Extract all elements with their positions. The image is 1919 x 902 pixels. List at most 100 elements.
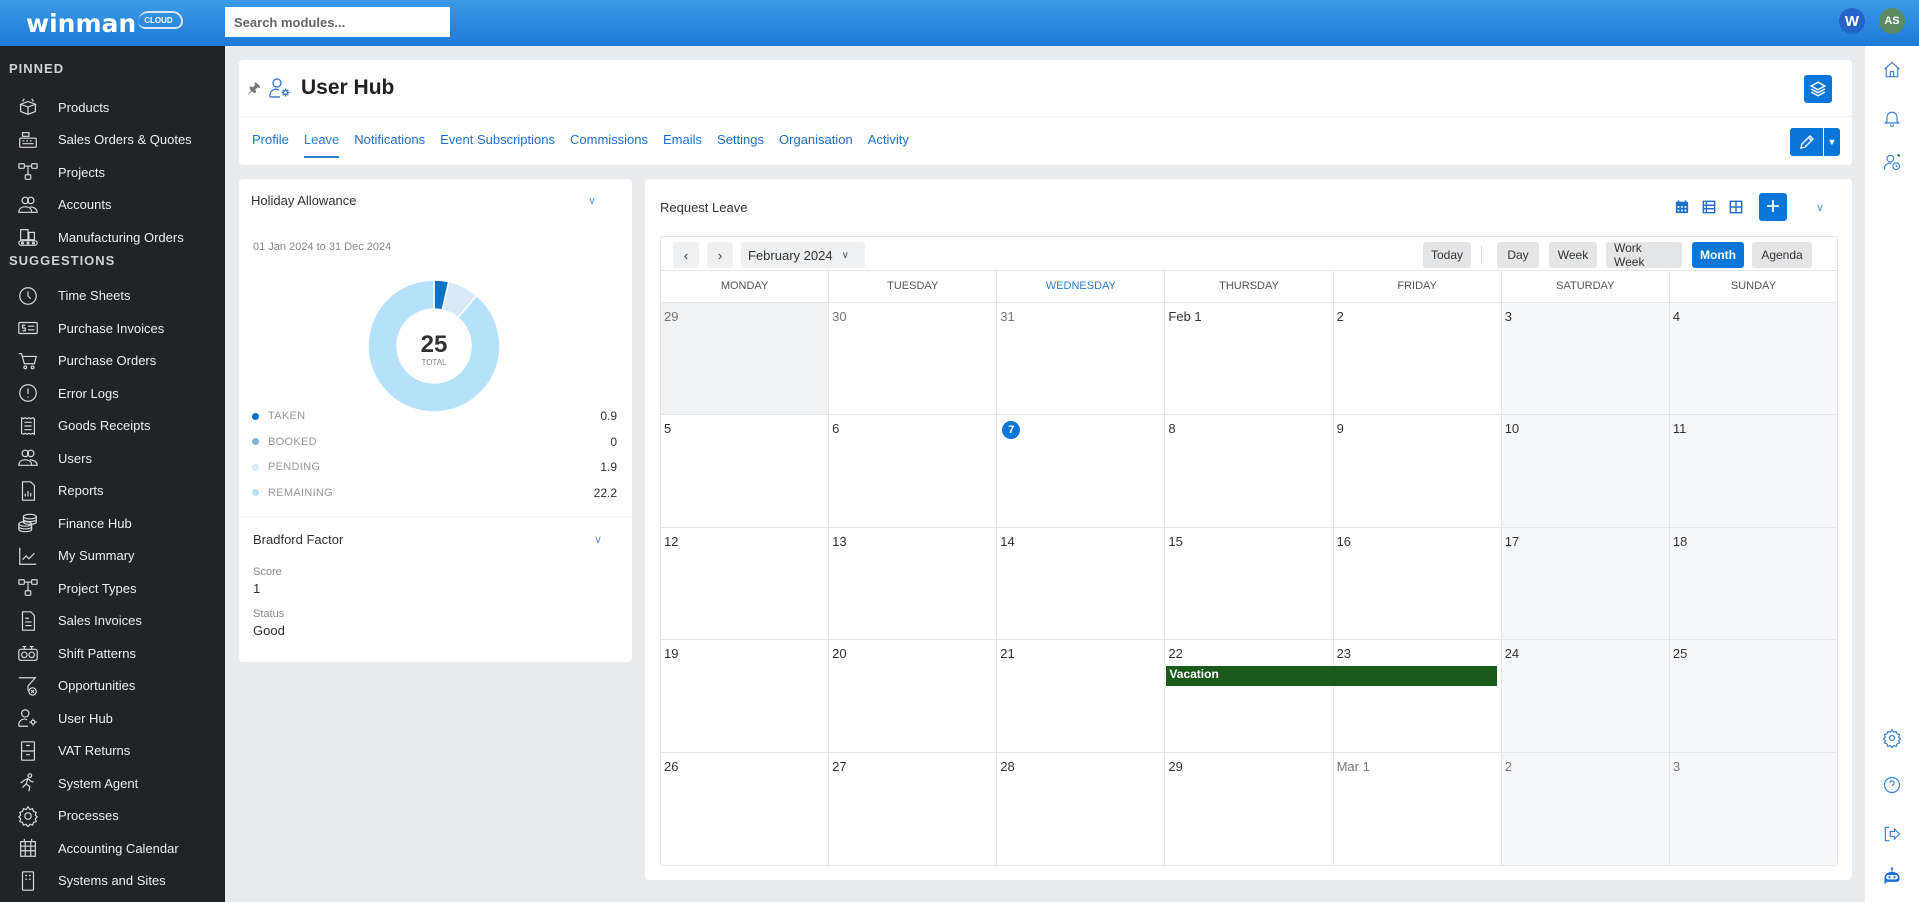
sidebar-item-user-hub[interactable]: User Hub <box>0 702 225 735</box>
calendar-day-cell[interactable]: 3 <box>1501 303 1670 415</box>
logout-icon[interactable] <box>1882 824 1904 846</box>
search-modules-input[interactable] <box>225 7 450 37</box>
edit-button[interactable] <box>1790 128 1823 156</box>
sidebar-item-reports[interactable]: Reports <box>0 475 225 508</box>
tab-settings[interactable]: Settings <box>717 132 764 158</box>
sidebar-item-users[interactable]: Users <box>0 442 225 475</box>
calendar-day-cell[interactable]: 28 <box>997 752 1166 865</box>
sidebar-item-processes[interactable]: Processes <box>0 800 225 833</box>
donut-total-value: 25 <box>421 331 448 358</box>
sidebar-item-sales-invoices[interactable]: Sales Invoices <box>0 605 225 638</box>
calendar-day-cell[interactable]: Mar 1 <box>1334 752 1502 865</box>
calendar-day-cell[interactable]: 3 <box>1669 752 1837 865</box>
tab-profile[interactable]: Profile <box>252 132 289 158</box>
sidebar-item-finance-hub[interactable]: Finance Hub <box>0 507 225 540</box>
calendar-day-cell[interactable]: 22 Vacation <box>1165 640 1498 752</box>
winman-w-button[interactable]: W <box>1839 8 1865 34</box>
calendar-day-cell[interactable]: 29 <box>1165 752 1334 865</box>
sidebar-item-systems-and-sites[interactable]: Systems and Sites <box>0 865 225 898</box>
view-month-button[interactable]: Month <box>1692 242 1744 268</box>
calendar-day-cell[interactable]: 13 <box>829 527 998 640</box>
sidebar-item-purchase-orders[interactable]: Purchase Orders <box>0 345 225 378</box>
tab-emails[interactable]: Emails <box>663 132 702 158</box>
sidebar-item-time-sheets[interactable]: Time Sheets <box>0 280 225 313</box>
view-agenda-button[interactable]: Agenda <box>1752 242 1812 268</box>
calendar-day-cell[interactable]: 11 <box>1669 415 1837 527</box>
winman-logo[interactable]: winman CLOUD <box>26 6 183 40</box>
calendar-day-cell[interactable]: 9 <box>1334 415 1502 527</box>
sidebar-item-products[interactable]: Products <box>0 91 225 124</box>
chatbot-icon[interactable] <box>1882 866 1904 888</box>
tab-event-subscriptions[interactable]: Event Subscriptions <box>440 132 555 158</box>
calendar-day-cell[interactable]: 20 <box>829 640 998 752</box>
calendar-day-cell[interactable]: 21 <box>997 640 1166 752</box>
calendar-day-cell[interactable]: 25 <box>1669 640 1837 752</box>
calendar-day-cell[interactable]: 29 <box>661 303 830 415</box>
tab-organisation[interactable]: Organisation <box>779 132 853 158</box>
sidebar-item-accounting-calendar[interactable]: Accounting Calendar <box>0 832 225 865</box>
tab-leave[interactable]: Leave <box>303 132 340 158</box>
calendar-day-cell[interactable]: 15 <box>1165 527 1334 640</box>
calendar-day-cell[interactable]: 6 <box>829 415 998 527</box>
add-leave-button[interactable]: + <box>1759 193 1787 221</box>
collapse-chevron-icon[interactable]: ∨ <box>588 194 596 207</box>
calendar-day-cell[interactable]: 16 <box>1334 527 1502 640</box>
calendar-day-cell[interactable]: 10 <box>1501 415 1670 527</box>
sidebar-item-error-logs[interactable]: Error Logs <box>0 377 225 410</box>
list-view-icon[interactable] <box>1702 200 1717 215</box>
user-clock-icon[interactable] <box>1882 152 1904 174</box>
calendar-view-icon[interactable] <box>1675 200 1690 215</box>
calendar-day-cell[interactable]: 4 <box>1669 303 1837 415</box>
calendar-day-cell[interactable]: 26 <box>661 752 830 865</box>
calendar-day-cell[interactable]: 18 <box>1669 527 1837 640</box>
calendar-day-cell[interactable]: 23 <box>1334 640 1502 752</box>
sidebar-item-system-agent[interactable]: System Agent <box>0 767 225 800</box>
calendar-day-cell[interactable]: 2 <box>1334 303 1502 415</box>
calendar-day-cell[interactable]: 17 <box>1501 527 1670 640</box>
calendar-day-cell[interactable]: 7 <box>997 415 1166 527</box>
sidebar-item-project-types[interactable]: Project Types <box>0 572 225 605</box>
edit-dropdown-button[interactable]: ▼ <box>1823 128 1840 156</box>
collapse-chevron-icon[interactable]: ∨ <box>594 533 602 546</box>
layers-button[interactable] <box>1804 75 1832 103</box>
calendar-day-cell[interactable]: 30 <box>829 303 998 415</box>
calendar-day-cell[interactable]: 12 <box>661 527 830 640</box>
help-icon[interactable] <box>1882 775 1904 797</box>
sidebar-item-my-summary[interactable]: My Summary <box>0 540 225 573</box>
sidebar-item-shift-patterns[interactable]: Shift Patterns <box>0 637 225 670</box>
calendar-day-cell[interactable]: 5 <box>661 415 830 527</box>
calendar-day-cell[interactable]: 27 <box>829 752 998 865</box>
calendar-day-cell[interactable]: 31 <box>997 303 1166 415</box>
today-button[interactable]: Today <box>1423 242 1472 268</box>
settings-gear-icon[interactable] <box>1882 728 1904 750</box>
calendar-day-cell[interactable]: 14 <box>997 527 1166 640</box>
bell-icon[interactable] <box>1882 108 1904 130</box>
leave-event-vacation[interactable]: Vacation <box>1166 666 1498 687</box>
view-week-button[interactable]: Week <box>1549 242 1597 268</box>
month-picker[interactable]: February 2024 ∨ <box>741 242 865 268</box>
view-day-button[interactable]: Day <box>1497 242 1539 268</box>
calendar-day-cell[interactable]: 19 <box>661 640 830 752</box>
calendar-day-cell[interactable]: 2 <box>1501 752 1670 865</box>
grid-view-icon[interactable] <box>1729 200 1744 215</box>
sidebar-item-vat-returns[interactable]: VAT Returns <box>0 735 225 768</box>
pin-icon[interactable]: 🖈 <box>247 78 261 103</box>
next-month-button[interactable]: › <box>707 242 733 268</box>
previous-month-button[interactable]: ‹ <box>673 242 699 268</box>
user-avatar[interactable]: AS <box>1879 8 1905 34</box>
view-work-week-button[interactable]: Work Week <box>1606 241 1682 269</box>
sidebar-item-projects[interactable]: Projects <box>0 156 225 189</box>
calendar-day-cell[interactable]: 24 <box>1501 640 1670 752</box>
sidebar-item-accounts[interactable]: Accounts <box>0 189 225 222</box>
calendar-day-cell[interactable]: 8 <box>1165 415 1334 527</box>
home-icon[interactable] <box>1882 60 1904 82</box>
sidebar-item-purchase-invoices[interactable]: Purchase Invoices <box>0 312 225 345</box>
calendar-day-cell[interactable]: Feb 1 <box>1165 303 1334 415</box>
collapse-chevron-icon[interactable]: ∨ <box>1816 201 1824 214</box>
tab-notifications[interactable]: Notifications <box>354 132 425 158</box>
tab-commissions[interactable]: Commissions <box>570 132 648 158</box>
sidebar-item-goods-receipts[interactable]: Goods Receipts <box>0 410 225 443</box>
tab-activity[interactable]: Activity <box>868 132 909 158</box>
sidebar-item-opportunities[interactable]: Opportunities <box>0 670 225 703</box>
sidebar-item-sales-orders-quotes[interactable]: Sales Orders & Quotes <box>0 124 225 157</box>
